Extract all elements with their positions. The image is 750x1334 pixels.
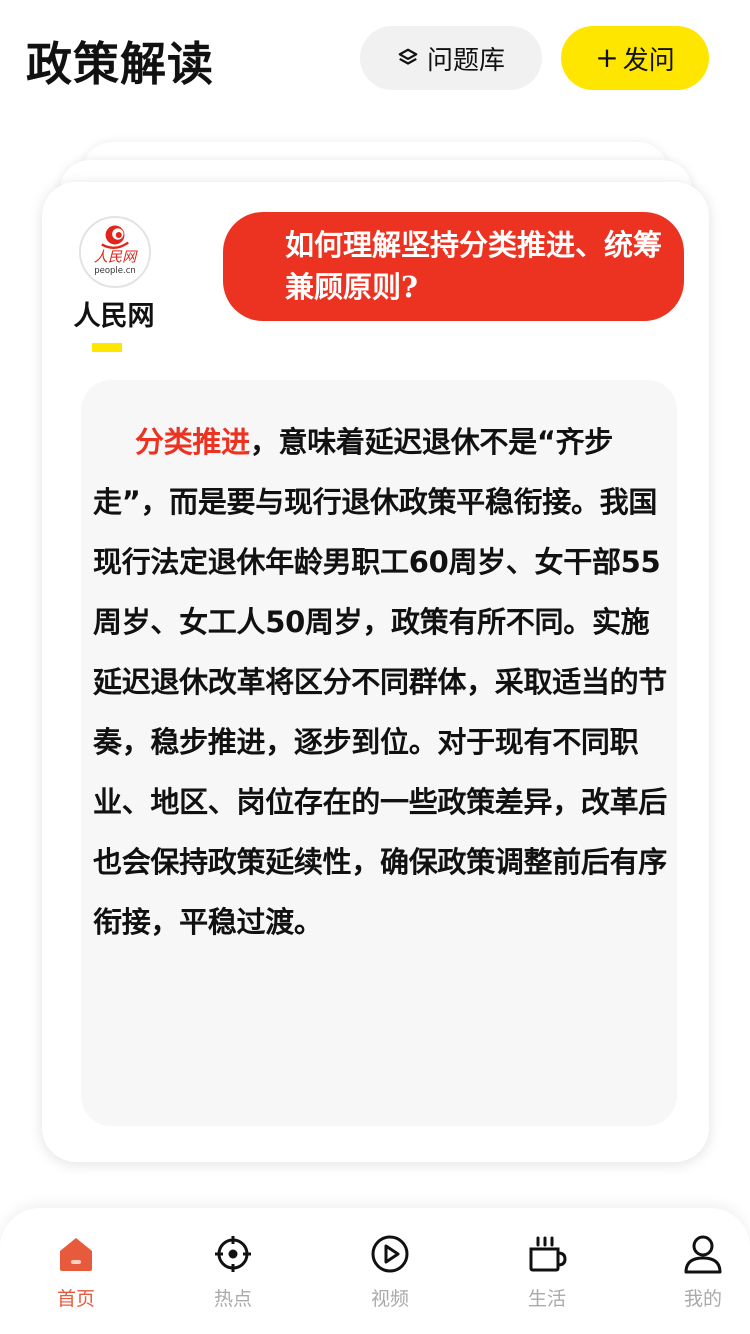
logo-domain: people.cn [94,266,136,276]
ask-question-label: 发问 [622,45,675,76]
answer-lead: 分类推进 [135,425,250,459]
tab-mine-label: 我的 [683,1288,722,1310]
user-icon [684,1235,722,1274]
tab-hot-label: 热点 [213,1288,252,1310]
tab-life-label: 生活 [527,1288,566,1310]
bottom-tab-bar: 首页 热点 视频 生活 我的 [0,1208,750,1334]
source-underline [92,343,122,352]
tab-mine[interactable]: 我的 [648,1234,750,1311]
page-title: 政策解读 [26,37,214,91]
header: 政策解读 问题库 + 发问 [0,0,750,120]
source-name: 人民网 [73,301,155,332]
answer-body: ，意味着延迟退休不是“齐步走”，而是要与现行退休政策平稳衔接。我国现行法定退休年… [93,425,668,939]
tab-video-label: 视频 [370,1288,409,1310]
crosshair-icon [215,1236,251,1272]
question-library-button[interactable]: 问题库 [360,26,542,90]
policy-card[interactable]: 人民网 people.cn 人民网 如何理解坚持分类推进、统筹兼顾原则? 分类推… [42,182,709,1162]
tab-video[interactable]: 视频 [335,1234,445,1311]
tab-home[interactable]: 首页 [21,1234,131,1311]
coffee-cup-icon [529,1236,567,1272]
question-bubble: 如何理解坚持分类推进、统筹兼顾原则? [223,212,684,321]
ask-question-button[interactable]: + 发问 [561,26,709,90]
people-daily-logo: 人民网 people.cn [79,216,151,288]
play-circle-icon [371,1235,409,1273]
tab-life[interactable]: 生活 [492,1234,602,1311]
home-icon [60,1238,92,1271]
layers-icon [398,48,418,65]
tab-hot[interactable]: 热点 [178,1234,288,1311]
question-library-label: 问题库 [426,45,505,76]
logo-text: 人民网 [94,249,138,265]
answer-box: 分类推进，意味着延迟退休不是“齐步走”，而是要与现行退休政策平稳衔接。我国现行法… [81,380,677,1126]
tab-home-label: 首页 [56,1288,95,1310]
plus-icon: + [595,41,619,74]
